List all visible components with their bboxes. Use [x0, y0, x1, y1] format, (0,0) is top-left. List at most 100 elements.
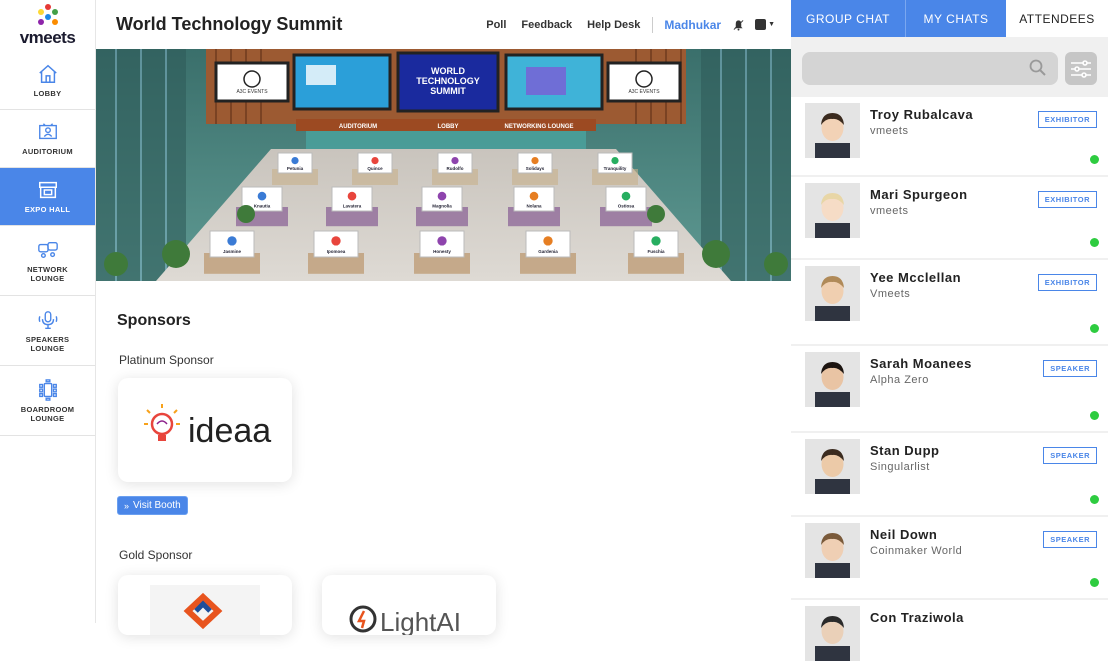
search-icon[interactable]	[1029, 59, 1047, 77]
online-status-dot	[1090, 495, 1099, 504]
visit-booth-button[interactable]: » Visit Booth	[117, 496, 188, 515]
booth-label: Knautia	[254, 203, 271, 208]
expo-hall-banner[interactable]: A3C EVENTS WORLD TECHNOLOGY SUMMIT A3C E…	[96, 49, 791, 281]
attendee-row[interactable]: Troy Rubalcava vmeets EXHIBITOR	[791, 97, 1108, 175]
tab-attendees[interactable]: ATTENDEES	[1006, 0, 1108, 37]
booth-logo-icon	[651, 236, 661, 246]
nav-item-boardroom-lounge[interactable]: BOARDROOM LOUNGE	[0, 366, 95, 436]
booth-label: Jasmine	[223, 249, 242, 254]
nav-label: AUDITORIUM	[22, 147, 73, 156]
poll-link[interactable]: Poll	[486, 19, 506, 31]
booth-logo-icon	[529, 191, 539, 201]
notification-bell-icon[interactable]	[733, 19, 744, 31]
expo-hall-scene: A3C EVENTS WORLD TECHNOLOGY SUMMIT A3C E…	[96, 49, 791, 281]
nav-item-speakers-lounge[interactable]: SPEAKERS LOUNGE	[0, 296, 95, 366]
attendee-avatar	[805, 352, 860, 407]
home-icon	[38, 64, 57, 83]
platinum-sponsor-label: Platinum Sponsor	[119, 353, 214, 367]
nav-item-lobby[interactable]: LOBBY	[0, 52, 95, 110]
attendee-company: vmeets	[870, 125, 909, 137]
lightai-logo-text: LightAI	[380, 607, 461, 635]
attendee-row[interactable]: Con Traziwola	[791, 600, 1108, 661]
nav-label: BOARDROOM LOUNGE	[20, 404, 75, 423]
booth-label: Fuschia	[647, 249, 665, 254]
nav-label: NETWORK LOUNGE	[27, 264, 68, 283]
right-panel: GROUP CHAT MY CHATS ATTENDEES Troy Rubal…	[791, 0, 1108, 661]
user-name[interactable]: Madhukar	[664, 18, 721, 32]
attendee-name: Yee Mcclellan	[870, 270, 962, 285]
nav-label: SPEAKERS LOUNGE	[25, 334, 70, 353]
help-desk-link[interactable]: Help Desk	[587, 19, 640, 31]
boardroom-icon	[38, 378, 57, 401]
booth-logo-icon	[621, 191, 631, 201]
tab-group-chat[interactable]: GROUP CHAT	[791, 0, 906, 37]
left-navigation: vmeets LOBBY AUDITORIUM EXPO HALL NETWOR…	[0, 0, 96, 623]
top-header: World Technology Summit Poll Feedback He…	[96, 0, 791, 49]
page-title: World Technology Summit	[116, 14, 343, 34]
booth-logo-icon	[257, 191, 267, 201]
attendee-role-badge: SPEAKER	[1043, 360, 1097, 377]
attendee-row[interactable]: Yee Mcclellan Vmeets EXHIBITOR	[791, 260, 1108, 344]
sign-lobby: LOBBY	[438, 124, 459, 130]
booth-label: Honesty	[433, 249, 451, 254]
logo-mark-icon	[35, 4, 61, 30]
booth-label: Lavatera	[343, 203, 362, 208]
attendee-company: Singularlist	[870, 461, 930, 473]
attendee-role-badge: SPEAKER	[1043, 531, 1097, 548]
double-chevron-right-icon: »	[124, 500, 130, 511]
nav-item-network-lounge[interactable]: NETWORK LOUNGE	[0, 226, 95, 296]
attendee-row[interactable]: Sarah Moanees Alpha Zero SPEAKER	[791, 346, 1108, 431]
network-lounge-icon	[37, 241, 58, 258]
booth-logo-icon	[347, 191, 357, 201]
lightbulb-icon	[144, 404, 180, 441]
attendee-name: Sarah Moanees	[870, 356, 972, 371]
sponsors-heading: Sponsors	[117, 312, 191, 329]
screen-logo-right: A3C EVENTS	[628, 89, 660, 95]
booth-label: Magnolia	[432, 203, 452, 208]
profile-avatar[interactable]	[755, 19, 767, 30]
booth-label: Gardenia	[538, 249, 558, 254]
attendee-row[interactable]: Stan Dupp Singularlist SPEAKER	[791, 433, 1108, 515]
gold-sponsor-logo-1	[183, 592, 223, 630]
lightai-logo: LightAI	[349, 605, 461, 637]
booth-label: Ipomoea	[327, 249, 346, 254]
online-status-dot	[1090, 411, 1099, 420]
attendee-avatar	[805, 523, 860, 578]
attendee-company: Alpha Zero	[870, 374, 929, 386]
booth-logo-icon	[543, 236, 553, 246]
attendee-role-badge: SPEAKER	[1043, 447, 1097, 464]
platinum-sponsor-card[interactable]: ideaa	[118, 378, 292, 482]
booth-logo-icon	[611, 157, 619, 165]
booth-label: Petunia	[287, 166, 304, 171]
gold-sponsor-card-2[interactable]: LightAI	[322, 575, 496, 637]
attendee-name: Troy Rubalcava	[870, 107, 974, 122]
attendee-row[interactable]: Mari Spurgeon vmeets EXHIBITOR	[791, 177, 1108, 258]
filter-button[interactable]	[1065, 52, 1097, 85]
booth-icon	[38, 181, 57, 199]
attendee-company: Vmeets	[870, 288, 911, 300]
attendee-avatar	[805, 103, 860, 158]
booth-label: Quince	[367, 166, 383, 171]
chevron-down-icon[interactable]: ▼	[768, 21, 775, 28]
brand-name: vmeets	[19, 28, 76, 47]
attendee-avatar	[805, 183, 860, 238]
gold-sponsor-card-1[interactable]	[118, 575, 292, 635]
vmeets-logo[interactable]: vmeets	[0, 0, 95, 52]
online-status-dot	[1090, 155, 1099, 164]
booth-logo-icon	[227, 236, 237, 246]
visit-booth-label: Visit Booth	[133, 500, 181, 511]
attendee-role-badge: EXHIBITOR	[1037, 111, 1097, 128]
sign-auditorium: AUDITORIUM	[339, 124, 377, 130]
attendee-row[interactable]: Neil Down Coinmaker World SPEAKER	[791, 517, 1108, 598]
attendee-avatar	[805, 606, 860, 661]
tab-my-chats[interactable]: MY CHATS	[906, 0, 1006, 37]
search-input[interactable]	[802, 52, 1058, 85]
nav-item-auditorium[interactable]: AUDITORIUM	[0, 110, 95, 168]
booth-label: Tranquility	[604, 166, 627, 171]
nav-item-expo-hall[interactable]: EXPO HALL	[0, 168, 95, 226]
booth-label: Solidays	[526, 166, 545, 171]
booth-label: Ostiosa	[618, 203, 635, 208]
ideaa-logo-text: ideaa	[188, 412, 271, 450]
attendee-role-badge: EXHIBITOR	[1037, 274, 1097, 291]
feedback-link[interactable]: Feedback	[521, 19, 572, 31]
